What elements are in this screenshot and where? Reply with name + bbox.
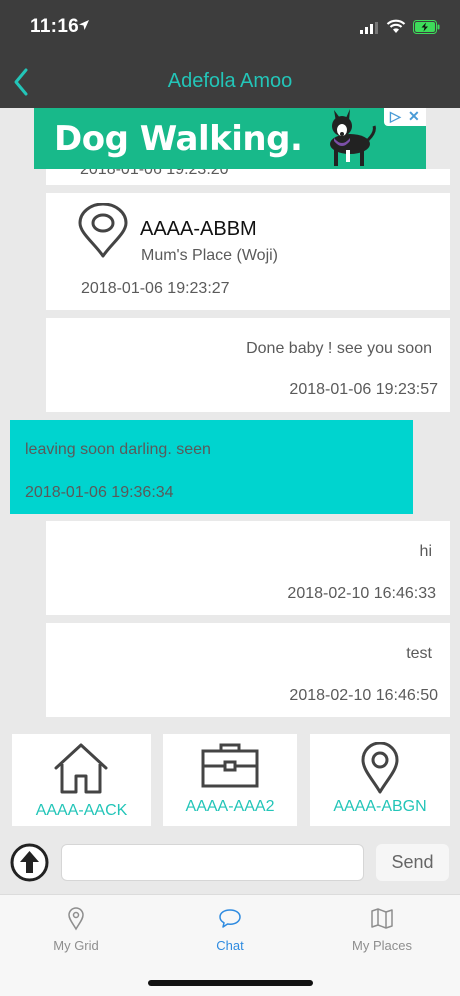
message-time: 2018-01-06 19:36:34	[25, 484, 174, 501]
home-indicator[interactable]	[148, 980, 313, 986]
status-bar: 11:16	[0, 0, 460, 56]
map-pin-icon	[68, 907, 84, 931]
folded-map-icon	[371, 908, 393, 929]
chat-bubble: Done baby ! see you soon 2018-01-06 19:2…	[46, 318, 450, 412]
battery-charging-icon	[413, 20, 440, 34]
dog-illustration	[330, 109, 376, 166]
chat-bubble-partial: 2018-01-06 19:23:20	[46, 169, 450, 185]
ad-info-icon[interactable]: ▷	[390, 108, 401, 125]
page-title: Adefola Amoo	[167, 70, 293, 92]
tab-chat[interactable]: Chat	[170, 895, 290, 955]
location-arrow-icon	[79, 20, 89, 30]
upload-arrow-icon[interactable]	[10, 843, 49, 882]
message-time: 2018-02-10 16:46:33	[287, 585, 436, 602]
quick-place-pin[interactable]: AAAA-ABGN	[310, 734, 450, 826]
place-code: AAAA-ABBM	[140, 218, 257, 240]
ad-banner[interactable]: Dog Walking. ▷ ✕	[34, 108, 426, 169]
chat-bubble-mine: leaving soon darling. seen 2018-01-06 19…	[10, 420, 413, 514]
ad-close-icon[interactable]: ✕	[408, 108, 420, 125]
message-time: 2018-01-06 19:23:57	[289, 381, 438, 398]
briefcase-icon	[201, 743, 259, 788]
place-name: Mum's Place (Woji)	[141, 247, 278, 264]
map-pin-icon	[78, 203, 128, 258]
message-text: Done baby ! see you soon	[246, 340, 432, 357]
header-bar: 11:16 Adefola Amoo	[0, 0, 460, 108]
quick-place-home[interactable]: AAAA-AACK	[12, 734, 151, 826]
wifi-icon	[386, 19, 406, 33]
message-input[interactable]	[61, 844, 364, 881]
quick-place-work[interactable]: AAAA-AAA2	[163, 734, 297, 826]
tab-label: My Places	[352, 938, 412, 953]
tab-label: Chat	[216, 938, 244, 953]
message-text: test	[406, 645, 432, 662]
message-time: 2018-01-06 19:23:20	[80, 169, 229, 178]
message-time: 2018-01-06 19:23:27	[81, 280, 230, 297]
quick-place-label: AAAA-AAA2	[185, 798, 275, 815]
tab-label: My Grid	[53, 938, 99, 953]
cellular-signal-icon	[360, 22, 378, 34]
chat-bubble: test 2018-02-10 16:46:50	[46, 623, 450, 717]
ad-headline: Dog Walking.	[54, 119, 303, 159]
message-text: leaving soon darling. seen	[25, 441, 211, 458]
map-pin-icon	[361, 742, 399, 794]
chat-bubble: hi 2018-02-10 16:46:33	[46, 521, 450, 615]
home-icon	[54, 743, 108, 794]
send-button[interactable]: Send	[376, 844, 449, 881]
ad-choices[interactable]: ▷ ✕	[384, 108, 426, 126]
message-text: hi	[419, 543, 432, 560]
tab-my-places[interactable]: My Places	[322, 895, 442, 955]
chat-bubble-icon	[219, 909, 241, 928]
status-time: 11:16	[30, 16, 80, 37]
quick-place-label: AAAA-AACK	[35, 802, 128, 819]
tab-my-grid[interactable]: My Grid	[16, 895, 136, 955]
quick-place-label: AAAA-ABGN	[333, 798, 427, 815]
message-time: 2018-02-10 16:46:50	[289, 687, 438, 704]
